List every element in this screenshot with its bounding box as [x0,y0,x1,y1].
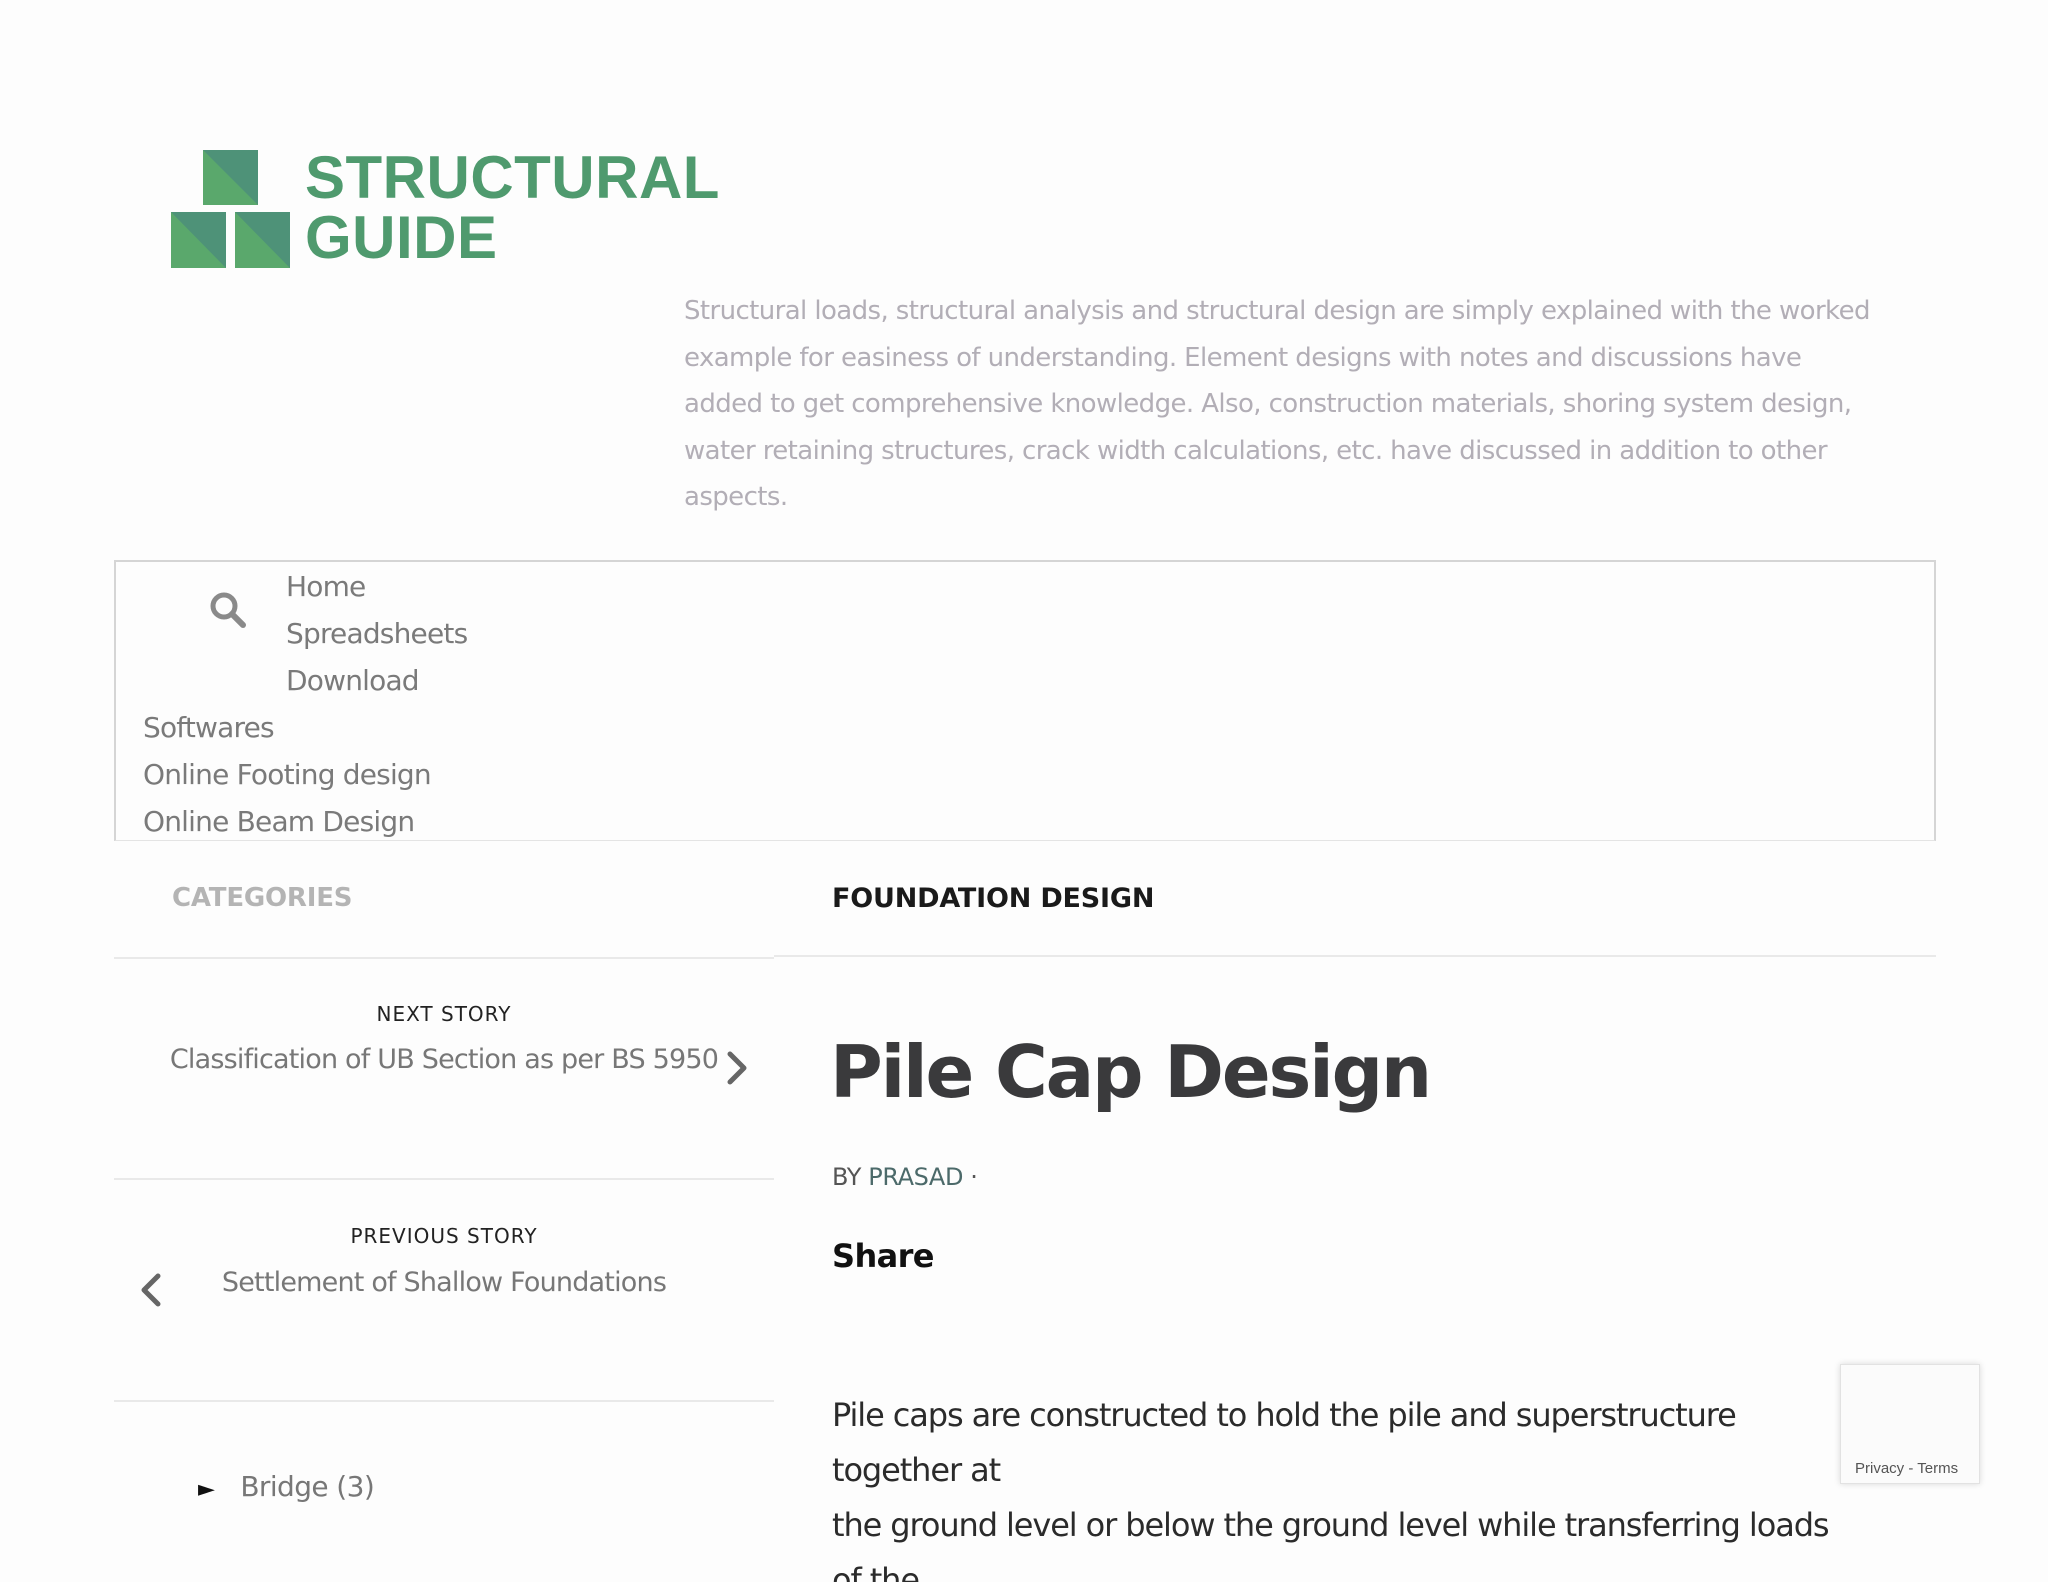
chevron-right-icon[interactable] [722,1048,752,1088]
byline-suffix: · [963,1163,978,1191]
body-line-1: Pile caps are constructed to hold the pi… [832,1396,1737,1489]
site-tagline: Structural loads, structural analysis an… [684,296,1870,512]
author-link[interactable]: PRASAD [868,1163,963,1191]
body-line-2: the ground level or below the ground lev… [832,1506,1830,1582]
next-story-kicker: NEXT STORY [376,1002,512,1026]
nav-item-download[interactable]: Download [286,664,420,697]
site-logo[interactable]: STRUCTURAL GUIDE [171,148,731,280]
section-divider [774,955,1936,957]
main-navigation: Home Spreadsheets Download Softwares Onl… [114,560,1936,841]
nav-item-online-footing-design[interactable]: Online Footing design [143,758,432,791]
previous-story-link[interactable]: Settlement of Shallow Foundations [114,1267,774,1298]
nav-item-spreadsheets[interactable]: Spreadsheets [286,617,468,650]
nav-item-home[interactable]: Home [286,570,366,603]
category-label[interactable]: Bridge (3) [240,1470,374,1503]
nav-item-softwares[interactable]: Softwares [143,711,275,744]
share-heading: Share [832,1237,935,1275]
nav-item-online-beam-design[interactable]: Online Beam Design [143,805,415,838]
category-item-bridge[interactable]: ► Bridge (3) [198,1470,375,1503]
sidebar-divider [114,1400,774,1402]
previous-story-kicker: PREVIOUS STORY [350,1224,538,1248]
section-heading[interactable]: FOUNDATION DESIGN [832,883,1154,914]
sidebar-divider [114,1178,774,1180]
post-title: Pile Cap Design [830,1030,1432,1114]
logo-line-1: STRUCTURAL [305,144,720,211]
categories-heading: CATEGORIES [172,883,353,913]
expand-arrow-icon[interactable]: ► [198,1477,215,1502]
logo-line-2: GUIDE [305,204,498,271]
byline-prefix: BY [832,1163,869,1191]
next-story-link[interactable]: Classification of UB Section as per BS 5… [114,1044,774,1075]
logo-wordmark: STRUCTURAL GUIDE [305,148,720,268]
post-body: Pile caps are constructed to hold the pi… [832,1388,1850,1582]
sidebar-divider [114,957,774,959]
chevron-left-icon[interactable] [136,1270,166,1310]
search-icon[interactable] [208,590,248,630]
recaptcha-badge[interactable]: Privacy - Terms [1840,1364,1980,1484]
post-byline: BY PRASAD · [832,1163,978,1191]
recaptcha-links[interactable]: Privacy - Terms [1855,1460,1958,1477]
logo-mark-icon [171,150,293,270]
